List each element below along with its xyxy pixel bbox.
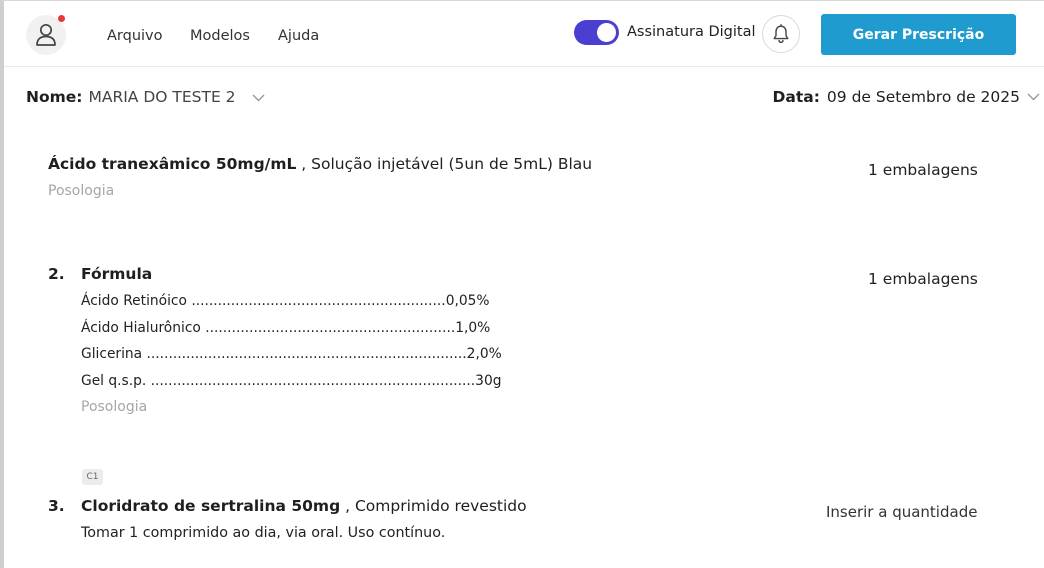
item-1-quantity[interactable]: 1 embalagens [868,161,978,179]
notification-dot [58,15,65,22]
formula-list: Ácido Retinóico ........................… [81,288,502,394]
prescription-date-row: Data: 09 de Setembro de 2025 [773,88,1040,106]
prescription-item-3[interactable]: Cloridrato de sertralina 50mg , Comprimi… [81,497,527,541]
drug-details: , Comprimido revestido [340,497,527,515]
prescription-item-1[interactable]: Ácido tranexâmico 50mg/mL , Solução inje… [48,155,592,199]
top-header: Arquivo Modelos Ajuda Assinatura Digital… [4,1,1044,67]
menu-arquivo[interactable]: Arquivo [107,28,163,44]
prescription-item-2[interactable]: Fórmula Ácido Retinóico ................… [81,265,502,415]
patient-name-value[interactable]: MARIA DO TESTE 2 [88,88,235,106]
formula-title: Fórmula [81,265,153,283]
menu-ajuda[interactable]: Ajuda [278,28,319,44]
posologia-placeholder[interactable]: Posologia [48,183,592,199]
dosage-instructions[interactable]: Tomar 1 comprimido ao dia, via oral. Uso… [81,525,527,541]
date-value[interactable]: 09 de Setembro de 2025 [827,88,1020,106]
chevron-down-icon[interactable] [252,94,265,102]
formula-line: Ácido Hialurônico ......................… [81,319,491,336]
formula-line: Gel q.s.p. .............................… [81,372,502,389]
user-avatar[interactable] [26,15,66,55]
patient-name-row: Nome: MARIA DO TESTE 2 [26,88,265,106]
digital-signature-label: Assinatura Digital [627,24,756,40]
toggle-knob [597,23,616,42]
drug-line: Ácido tranexâmico 50mg/mL , Solução inje… [48,155,592,173]
date-label: Data: [772,88,820,106]
chevron-down-icon[interactable] [1027,93,1040,101]
drug-name: Cloridrato de sertralina 50mg [81,497,341,515]
app-window: Arquivo Modelos Ajuda Assinatura Digital… [0,0,1044,568]
posologia-placeholder[interactable]: Posologia [81,399,502,415]
item-3-quantity-input[interactable]: Inserir a quantidade [826,503,977,521]
drug-line: Cloridrato de sertralina 50mg , Comprimi… [81,497,527,515]
formula-line: Ácido Retinóico ........................… [81,293,490,309]
item-2-quantity[interactable]: 1 embalagens [868,270,978,288]
formula-line: Glicerina ..............................… [81,346,502,362]
menu-modelos[interactable]: Modelos [190,28,250,44]
drug-details: , Solução injetável (5un de 5mL) Blau [296,155,593,173]
digital-signature-toggle[interactable] [574,20,619,45]
user-icon [36,23,56,46]
item-3-number: 3. [48,497,65,515]
controlled-substance-badge: C1 [82,469,103,485]
bell-icon [773,24,789,44]
name-label: Nome: [26,88,83,106]
generate-prescription-button[interactable]: Gerar Prescrição [821,14,1016,55]
drug-name: Ácido tranexâmico 50mg/mL [48,155,297,173]
notifications-button[interactable] [762,15,800,53]
item-2-number: 2. [48,265,65,283]
